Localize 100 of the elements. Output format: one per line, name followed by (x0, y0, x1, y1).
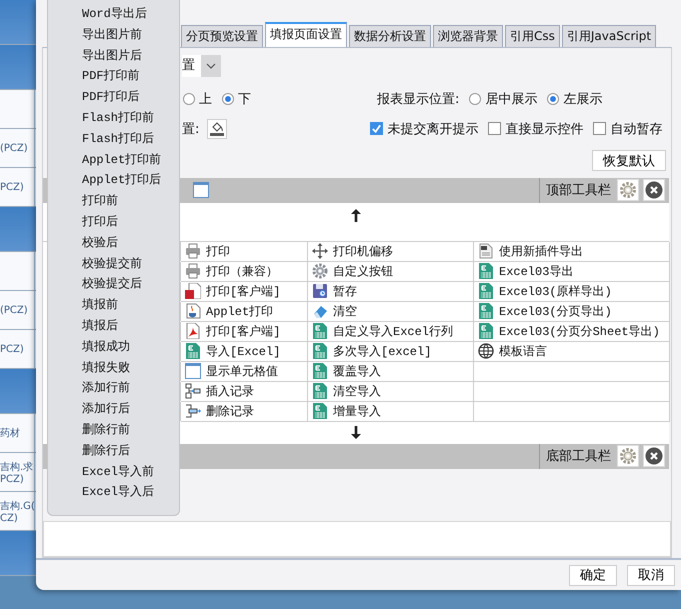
dropdown-value: 置 (182, 57, 196, 76)
checkbox[interactable] (593, 122, 606, 136)
toolbar-button-item[interactable]: Applet打印 (181, 302, 308, 322)
sheet-cell: 吉构.求 PCZ) (0, 453, 35, 491)
menu-item[interactable]: PDF打印后 (48, 87, 140, 108)
item-label: 打印（兼容） (206, 264, 278, 280)
radio-label: 居中展示 (485, 90, 538, 108)
sheet-cell: 吉构.G( CZ) (0, 492, 35, 530)
menu-item[interactable]: 删除行后 (48, 440, 130, 462)
radio-button[interactable] (183, 92, 195, 105)
checkbox[interactable] (370, 122, 384, 136)
menu-item[interactable]: 删除行前 (48, 420, 130, 441)
sheet-cell: (PCZ) (0, 129, 35, 167)
menu-item[interactable]: 导出图片前 (48, 24, 142, 46)
menu-item[interactable]: 打印前 (48, 191, 118, 212)
radio-label: 左展示 (563, 90, 602, 108)
delete-row-icon (185, 403, 201, 420)
radio-button[interactable] (469, 92, 482, 105)
tab[interactable]: 分页预览设置 (181, 25, 263, 48)
toolbar-button-item[interactable]: 增量导入 (308, 402, 474, 422)
toolbar-label: 顶部工具栏 (546, 182, 611, 200)
toolbar-button-item[interactable]: 自定义按钮 (308, 262, 474, 282)
toolbar-button-item[interactable]: 删除记录 (181, 402, 308, 422)
tab[interactable]: 浏览器背景 (433, 25, 503, 48)
menu-item[interactable]: Applet打印前 (48, 150, 162, 170)
close-button[interactable] (643, 179, 665, 202)
menu-item[interactable]: Applet打印后 (48, 170, 162, 192)
item-label: 使用新插件导出 (499, 244, 583, 260)
toolbar-button-item[interactable]: 导入[Excel] (181, 342, 308, 362)
menu-item[interactable]: 填报成功 (48, 336, 130, 358)
toolbar-button-item[interactable]: 显示单元格值 (181, 362, 308, 382)
spreadsheet-icon (478, 303, 494, 320)
toolbar-button-item[interactable]: 暂存 (308, 282, 474, 302)
menu-item[interactable]: 校验提交前 (48, 254, 142, 274)
toolbar-button-item[interactable]: 清空导入 (308, 382, 474, 402)
paint-bucket-button[interactable] (207, 118, 228, 139)
menu-item[interactable]: Excel导入前 (48, 462, 154, 482)
spreadsheet-icon (478, 283, 494, 300)
menu-item[interactable]: 校验后 (48, 232, 118, 254)
menu-item[interactable]: 添加行前 (48, 378, 130, 400)
toolbar-button-item[interactable]: Excel03(分页分Sheet导出) (474, 322, 670, 342)
toolbar-button-item[interactable]: Excel03(原样导出) (474, 282, 670, 302)
menu-item[interactable]: Excel导入后 (48, 482, 154, 504)
menu-item[interactable]: 导出图片后 (48, 46, 142, 66)
item-label: 自定义导入Excel行列 (333, 324, 454, 340)
checkbox-label: 自动暂存 (610, 120, 662, 138)
menu-item[interactable]: 添加行后 (48, 399, 130, 420)
mode-dropdown[interactable]: 置 (182, 55, 221, 78)
checkbox-label: 直接显示控件 (505, 120, 584, 138)
checkbox-label: 未提交离开提示 (387, 120, 478, 138)
window-icon (193, 182, 209, 198)
toolbar-button-item[interactable]: 插入记录 (181, 382, 308, 402)
dialog-button[interactable]: 确定 (569, 564, 617, 586)
checkbox[interactable] (488, 122, 502, 136)
menu-item[interactable]: PDF打印前 (48, 66, 140, 88)
item-label: 多次导入[excel] (333, 344, 432, 360)
toolbar-button-item[interactable]: 打印[客户端] (181, 282, 308, 302)
spreadsheet-icon (312, 403, 328, 420)
menu-item[interactable]: 填报前 (48, 295, 118, 316)
close-button[interactable] (643, 445, 665, 468)
tab[interactable]: 填报页面设置 (265, 22, 347, 48)
menu-item[interactable]: Flash打印前 (48, 108, 154, 129)
reset-button[interactable]: 恢复默认 (592, 150, 666, 172)
caret-icon (201, 55, 221, 78)
toolbar-button-item[interactable]: 打印 (181, 242, 308, 262)
spreadsheet-icon (312, 323, 328, 340)
document-icon (185, 323, 201, 340)
menu-item[interactable]: 填报后 (48, 316, 118, 337)
radio-button[interactable] (547, 92, 560, 105)
toolbar-button-item[interactable]: 多次导入[excel] (308, 342, 474, 362)
up-arrow-icon (351, 208, 361, 222)
toolbar-button-item[interactable]: Excel03(分页导出) (474, 302, 670, 322)
item-label: 打印[客户端] (206, 284, 280, 300)
radio-button[interactable] (222, 92, 234, 105)
toolbar-button-item[interactable]: 使用新插件导出 (474, 242, 670, 262)
item-label: Excel03(分页分Sheet导出) (499, 324, 660, 340)
menu-item[interactable]: 打印后 (48, 212, 118, 233)
tab[interactable]: 引用JavaScript (562, 25, 656, 48)
toolbar-button-item[interactable]: 打印机偏移 (308, 242, 474, 262)
toolbar-button-item[interactable]: 自定义导入Excel行列 (308, 322, 474, 342)
close-icon (645, 181, 663, 200)
toolbar-button-item[interactable]: 清空 (308, 302, 474, 322)
window-icon (185, 363, 201, 380)
menu-item[interactable]: 填报失败 (48, 358, 130, 378)
dialog-button[interactable]: 取消 (627, 564, 675, 586)
item-label: 删除记录 (206, 404, 254, 420)
menu-item[interactable]: Flash打印后 (48, 128, 154, 150)
sheet-cell: 药材 (0, 414, 35, 452)
tab[interactable]: 数据分析设置 (349, 25, 431, 48)
background-label: 置: (182, 120, 200, 138)
sheet-cell: (PCZ) (0, 291, 35, 329)
toolbar-button-item[interactable]: 打印[客户端] (181, 322, 308, 342)
menu-item[interactable]: 校验提交后 (48, 274, 142, 296)
sheet-cell: PCZ) (0, 168, 35, 206)
toolbar-button-item[interactable]: 模板语言 (474, 342, 670, 362)
toolbar-button-item[interactable]: 覆盖导入 (308, 362, 474, 382)
menu-item[interactable]: Word导出后 (48, 4, 147, 25)
toolbar-button-item[interactable]: 打印（兼容） (181, 262, 308, 282)
tab[interactable]: 引用Css (505, 25, 560, 48)
toolbar-button-item[interactable]: Excel03导出 (474, 262, 670, 282)
